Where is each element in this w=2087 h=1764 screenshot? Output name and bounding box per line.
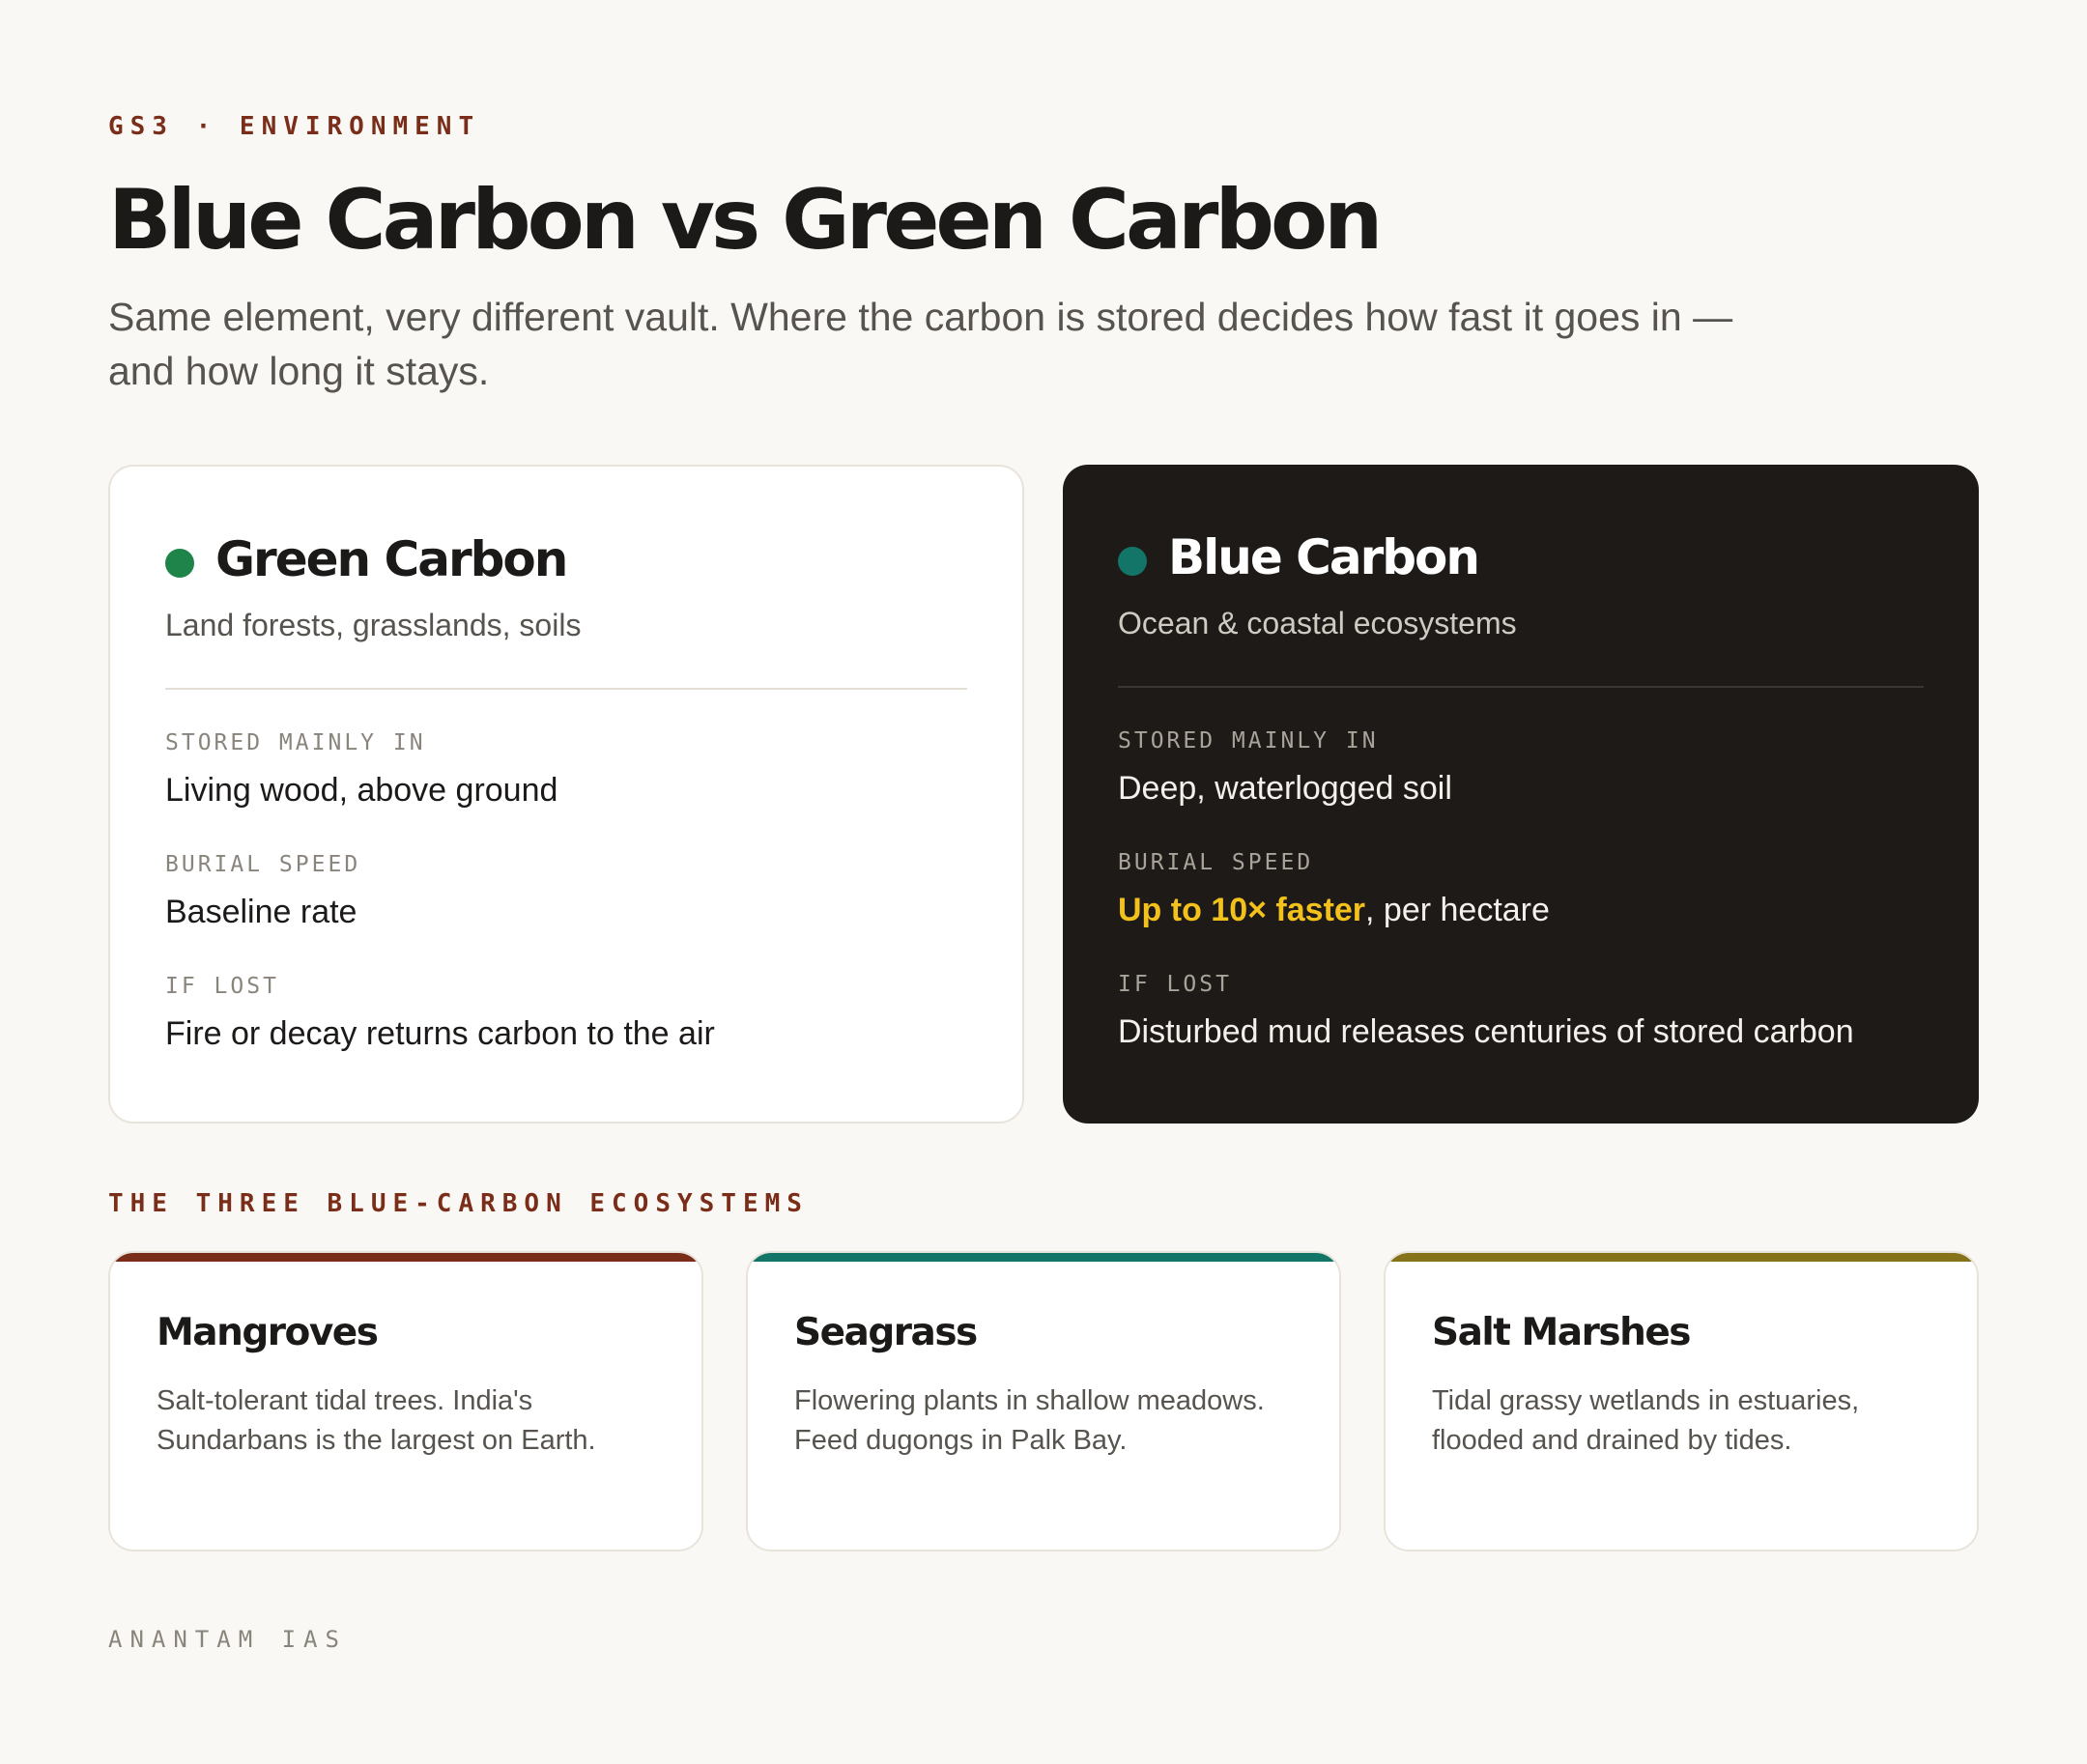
speed-highlight: Up to 10× faster bbox=[1118, 892, 1366, 928]
divider bbox=[1118, 686, 1924, 688]
ecosystem-cards: Mangroves Salt-tolerant tidal trees. Ind… bbox=[108, 1251, 1979, 1551]
lost-label: IF LOST bbox=[165, 974, 279, 999]
accent-bar bbox=[110, 1253, 701, 1262]
stored-value: Deep, waterlogged soil bbox=[1118, 770, 1452, 807]
ecosystem-description: Tidal grassy wetlands in estuaries, floo… bbox=[1432, 1385, 1860, 1456]
stored-label: STORED MAINLY IN bbox=[1118, 728, 1379, 754]
page: GS3 · ENVIRONMENT Blue Carbon vs Green C… bbox=[108, 112, 1979, 1653]
green-dot-icon bbox=[165, 549, 194, 578]
ecosystem-title: Seagrass bbox=[794, 1311, 978, 1354]
speed-label: BURIAL SPEED bbox=[165, 852, 361, 877]
card-header: Green Carbon bbox=[165, 528, 967, 590]
ecosystem-title: Salt Marshes bbox=[1432, 1311, 1692, 1354]
card-header: Blue Carbon bbox=[1118, 526, 1924, 588]
lost-value: Disturbed mud releases centuries of stor… bbox=[1118, 1013, 1854, 1050]
page-title: Blue Carbon vs Green Carbon bbox=[108, 172, 1383, 269]
eyebrow: GS3 · ENVIRONMENT bbox=[108, 112, 481, 141]
ecosystem-title: Mangroves bbox=[157, 1311, 379, 1354]
ecosystem-description: Flowering plants in shallow meadows. Fee… bbox=[794, 1385, 1265, 1456]
speed-value: Up to 10× faster, per hectare bbox=[1118, 889, 1924, 931]
teal-dot-icon bbox=[1118, 547, 1147, 576]
stored-value: Living wood, above ground bbox=[165, 772, 558, 809]
blue-carbon-card: Blue Carbon Ocean & coastal ecosystems S… bbox=[1063, 465, 1979, 1124]
accent-bar bbox=[748, 1253, 1339, 1262]
lost-value: Fire or decay returns carbon to the air bbox=[165, 1015, 715, 1052]
card-title: Green Carbon bbox=[215, 531, 568, 587]
section-label: THE THREE BLUE-CARBON ECOSYSTEMS bbox=[108, 1189, 809, 1218]
card-subtitle: Ocean & coastal ecosystems bbox=[1118, 606, 1517, 640]
speed-value: Baseline rate bbox=[165, 894, 357, 930]
accent-bar bbox=[1386, 1253, 1977, 1262]
ecosystem-card-salt-marshes: Salt Marshes Tidal grassy wetlands in es… bbox=[1384, 1251, 1979, 1551]
page-subtitle: Same element, very different vault. Wher… bbox=[108, 295, 1733, 393]
comparison-cards: Green Carbon Land forests, grasslands, s… bbox=[108, 465, 1979, 1124]
lost-label: IF LOST bbox=[1118, 972, 1232, 997]
card-subtitle: Land forests, grasslands, soils bbox=[165, 608, 582, 642]
ecosystem-description: Salt-tolerant tidal trees. India's Sunda… bbox=[157, 1385, 596, 1456]
ecosystem-card-seagrass: Seagrass Flowering plants in shallow mea… bbox=[746, 1251, 1341, 1551]
speed-rest: , per hectare bbox=[1365, 892, 1550, 928]
ecosystem-card-mangroves: Mangroves Salt-tolerant tidal trees. Ind… bbox=[108, 1251, 703, 1551]
card-title: Blue Carbon bbox=[1168, 529, 1480, 585]
stored-label: STORED MAINLY IN bbox=[165, 730, 426, 755]
footer-brand: ANANTAM IAS bbox=[108, 1626, 347, 1653]
green-carbon-card: Green Carbon Land forests, grasslands, s… bbox=[108, 465, 1024, 1124]
divider bbox=[165, 688, 967, 690]
speed-label: BURIAL SPEED bbox=[1118, 850, 1314, 875]
